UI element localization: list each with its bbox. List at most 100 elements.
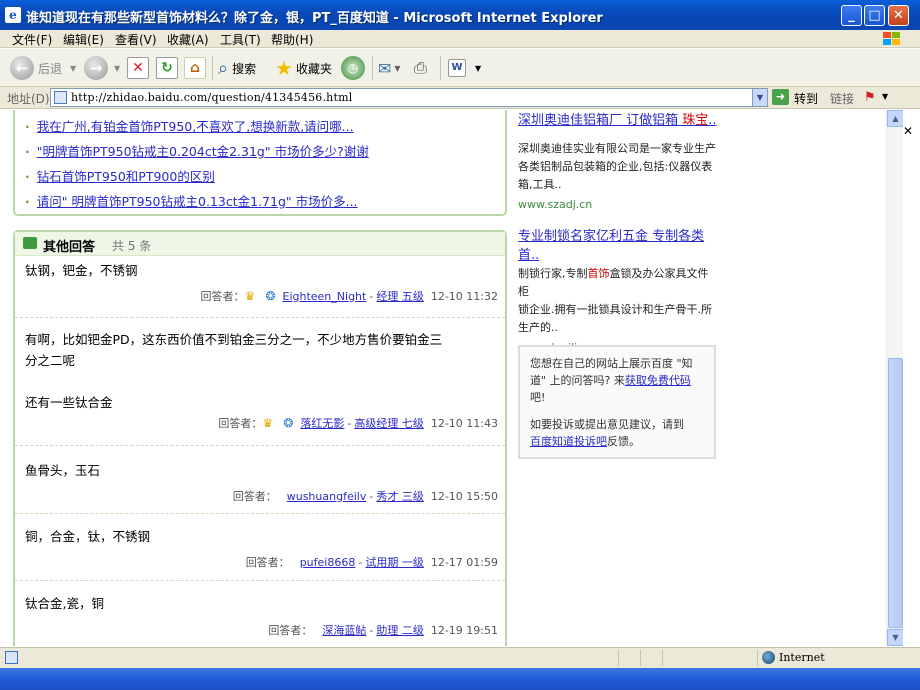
medal-icon: ❂ <box>283 416 294 430</box>
go-button[interactable]: 转到 <box>794 90 818 107</box>
forward-arrow-icon: → <box>84 56 108 80</box>
forward-button[interactable]: → ▼ <box>84 54 120 82</box>
answer-meta: 回答者： wushuangfeilv - 秀才 三级 12-10 15:50 <box>232 488 498 504</box>
page-content: · 我在广州,有铂金首饰PT950,不喜欢了,想换新款,请问哪... · "明牌首饰… <box>0 110 886 646</box>
title-bar[interactable]: e 谁知道现在有那些新型首饰材料么？除了金，银，PT_百度知道 - Micros… <box>0 0 920 30</box>
back-dropdown-icon[interactable]: ▼ <box>70 64 76 73</box>
speech-bubble-icon <box>23 237 37 249</box>
stop-icon: ✕ <box>127 57 149 79</box>
edit-button[interactable]: W ▼ <box>448 54 481 82</box>
search-icon: ⌕ <box>218 57 229 79</box>
favorites-label: 收藏夹 <box>295 61 332 76</box>
sponsored-ad: 深圳奥迪佳铝箱厂 订做铝箱 珠宝.. 深圳奥迪佳实业有限公司是一家专业生产 各类… <box>518 111 718 211</box>
answer-item: 鱼骨头，玉石 回答者： wushuangfeilv - 秀才 三级 12-10 1… <box>15 446 505 514</box>
menu-bar: 文件(F) 编辑(E) 查看(V) 收藏(A) 工具(T) 帮助(H) <box>0 30 920 48</box>
answer-item: 铜，合金，钛，不锈钢 回答者： pufei8668- 试用期 一级 12-17 … <box>15 514 505 581</box>
answer-count: 共 5 条 <box>112 239 152 253</box>
address-input[interactable]: http://zhidao.baidu.com/question/4134545… <box>50 88 768 107</box>
answerer-name[interactable]: pufei8668 <box>300 556 356 569</box>
outer-close-icon[interactable]: ✕ <box>903 124 913 138</box>
links-button[interactable]: 链接 <box>830 90 854 107</box>
security-zone: Internet <box>779 651 825 664</box>
answerer-rank[interactable]: 秀才 三级 <box>376 488 424 504</box>
ad-title-link[interactable]: 深圳奥迪佳铝箱厂 订做铝箱 珠宝.. <box>518 113 717 128</box>
answerer-rank[interactable]: 经理 五级 <box>376 288 424 304</box>
answerer-name[interactable]: 落红无影 <box>300 415 344 431</box>
answerer-label: 回答者： <box>218 417 263 430</box>
window-title: 谁知道现在有那些新型首饰材料么？除了金，银，PT_百度知道 - Microsof… <box>26 11 603 26</box>
close-button[interactable]: ✕ <box>888 5 909 26</box>
ad-title-link[interactable]: 专业制锁名家亿利五金 专制各类 首.. <box>518 229 704 263</box>
answer-text: 钛钢，钯金，不锈钢 <box>25 263 138 278</box>
scroll-up-button[interactable]: ▲ <box>887 110 904 127</box>
answer-meta: 回答者： 深海蓝鲇 - 助理 二级 12-19 19:51 <box>268 622 498 638</box>
toolbar-extra-dropdown-icon[interactable]: ▼ <box>882 92 888 101</box>
forward-dropdown-icon[interactable]: ▼ <box>114 64 120 73</box>
complaint-link[interactable]: 百度知道投诉吧 <box>530 435 607 448</box>
related-question-link[interactable]: "明牌首饰PT950钻戒主0.204ct金2.31g" 市场价多少?谢谢 <box>37 144 369 159</box>
related-question-item[interactable]: · 我在广州,有铂金首饰PT950,不喜欢了,想换新款,请问哪... <box>25 116 354 135</box>
menu-file[interactable]: 文件(F) <box>12 31 52 48</box>
history-icon: ◷ <box>341 56 365 80</box>
related-question-link[interactable]: 请问" 明牌首饰PT950钻戒主0.13ct金1.71g" 市场价多... <box>37 194 358 209</box>
scroll-thumb[interactable] <box>888 358 903 628</box>
promo-box: 您想在自己的网站上展示百度 "知 道" 上的问答吗? 来获取免费代码 吧! 如要投诉… <box>518 345 716 459</box>
menu-tools[interactable]: 工具(T) <box>220 31 261 48</box>
answer-text: 铜，合金，钛，不锈钢 <box>25 529 151 544</box>
search-button[interactable]: ⌕ 搜索 <box>218 54 256 82</box>
mail-dropdown-icon: ▼ <box>394 63 401 73</box>
status-segment <box>640 650 641 666</box>
scroll-down-button[interactable]: ▼ <box>887 629 904 646</box>
home-icon: ⌂ <box>184 57 206 79</box>
ad-body-line: 箱,工具.. <box>518 178 562 191</box>
go-arrow-icon[interactable]: ➜ <box>772 89 789 105</box>
address-url[interactable]: http://zhidao.baidu.com/question/4134545… <box>71 91 352 104</box>
refresh-button[interactable]: ↻ <box>156 54 178 82</box>
page-status-icon <box>5 651 18 664</box>
favorites-button[interactable]: ★ 收藏夹 <box>275 54 332 82</box>
menu-edit[interactable]: 编辑(E) <box>63 31 104 48</box>
address-dropdown-icon[interactable]: ▼ <box>752 89 767 106</box>
answerer-label: 回答者： <box>268 624 313 637</box>
related-question-item[interactable]: · 钻石首饰PT950和PT900的区别 <box>25 166 215 185</box>
stop-button[interactable]: ✕ <box>127 54 149 82</box>
print-button[interactable]: ⎙ <box>414 54 427 82</box>
menu-view[interactable]: 查看(V) <box>115 31 157 48</box>
get-code-link[interactable]: 获取免费代码 <box>625 374 691 387</box>
ad-body-line: 制锁行家,专制首饰盒锁及办公家具文件柜 <box>518 267 709 298</box>
ad-url[interactable]: www.szadj.cn <box>518 198 718 211</box>
answer-item: 钛钢，钯金，不锈钢 回答者： ♛ ❂ Eighteen_Night - 经理 五级… <box>15 256 505 318</box>
related-question-item[interactable]: · 请问" 明牌首饰PT950钻戒主0.13ct金1.71g" 市场价多... <box>25 191 358 210</box>
answerer-rank[interactable]: 高级经理 七级 <box>354 415 424 431</box>
answerer-name[interactable]: 深海蓝鲇 <box>322 622 366 638</box>
other-answers-header: 其他回答 共 5 条 <box>15 232 505 256</box>
printer-icon: ⎙ <box>414 58 427 77</box>
back-button[interactable]: ← 后退 ▼ <box>10 54 76 82</box>
address-bar: 地址(D) http://zhidao.baidu.com/question/4… <box>0 87 920 109</box>
toolbar-extra-icon[interactable]: ⚑ <box>864 90 876 105</box>
answer-meta: 回答者： ♛ ❂ Eighteen_Night - 经理 五级 12-10 11:… <box>200 288 499 304</box>
answerer-name[interactable]: Eighteen_Night <box>283 290 367 303</box>
status-segment <box>757 650 758 666</box>
related-question-link[interactable]: 我在广州,有铂金首饰PT950,不喜欢了,想换新款,请问哪... <box>37 119 354 134</box>
answerer-rank[interactable]: 试用期 一级 <box>365 554 424 570</box>
related-question-item[interactable]: · "明牌首饰PT950钻戒主0.204ct金2.31g" 市场价多少?谢谢 <box>25 141 369 160</box>
promo-text-1: 您想在自己的网站上展示百度 "知 道" 上的问答吗? 来获取免费代码 吧! <box>530 357 693 404</box>
home-button[interactable]: ⌂ <box>184 54 206 82</box>
menu-favorites[interactable]: 收藏(A) <box>167 31 209 48</box>
answerer-rank[interactable]: 助理 二级 <box>376 622 424 638</box>
other-answers-box: 其他回答 共 5 条 钛钢，钯金，不锈钢 回答者： ♛ ❂ Eighteen_N… <box>13 230 507 646</box>
answerer-name[interactable]: wushuangfeilv <box>287 490 367 503</box>
menu-help[interactable]: 帮助(H) <box>271 31 313 48</box>
answer-text: 有啊，比如钯金PD，这东西价值不到铂金三分之一，不少地方售价要铂金三 分之二呢 … <box>25 329 442 413</box>
vertical-scrollbar[interactable]: ▲ ▼ <box>886 110 904 646</box>
star-icon: ★ <box>275 56 293 80</box>
mail-button[interactable]: ✉ ▼ <box>378 54 401 82</box>
mail-icon: ✉ <box>378 58 392 78</box>
answer-text: 鱼骨头，玉石 <box>25 463 101 478</box>
minimize-button[interactable]: _ <box>841 5 862 26</box>
history-button[interactable]: ◷ <box>341 54 365 82</box>
ad-body-line: 深圳奥迪佳实业有限公司是一家专业生产 <box>518 142 716 155</box>
maximize-button[interactable]: □ <box>864 5 885 26</box>
related-question-link[interactable]: 钻石首饰PT950和PT900的区别 <box>37 169 215 184</box>
